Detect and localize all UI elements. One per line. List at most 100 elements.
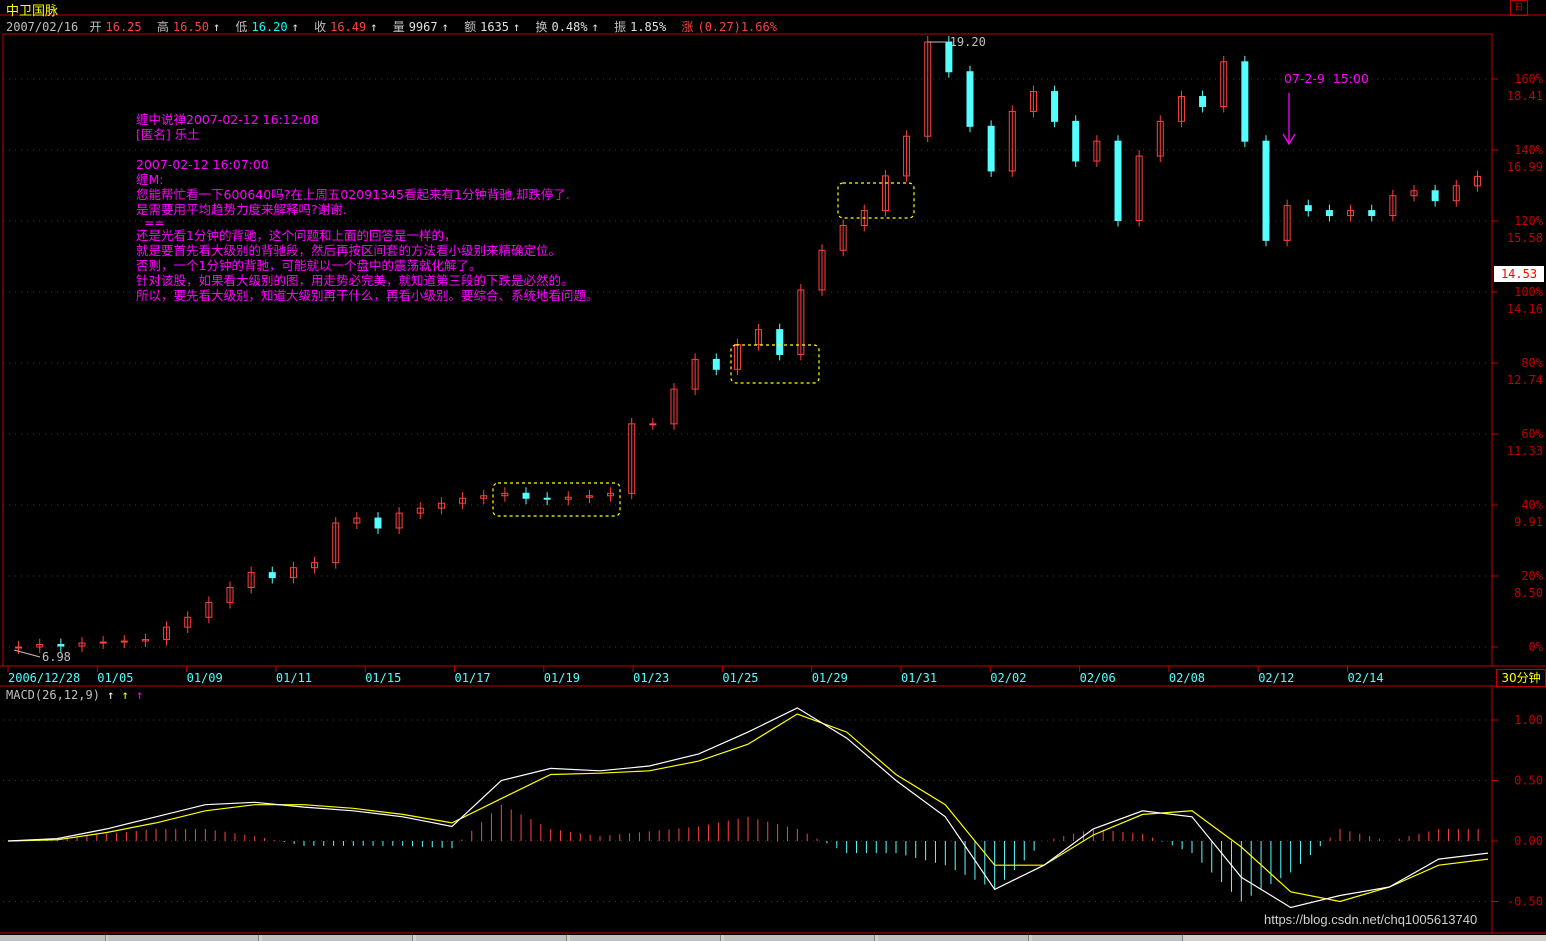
quote-bar: 2007/02/16 开 16.25 高 16.50 ↑ 低 16.20 ↑ 收 16.49… (6, 18, 785, 35)
date-tick-label: 01/17 (455, 671, 491, 685)
taskbar (0, 935, 1546, 941)
candle-body (966, 71, 974, 127)
price-tick-label: 14.16 (1507, 302, 1543, 316)
candle-body (987, 125, 995, 172)
note-line: 就是要首先看大级别的背驰段，然后再按区间套的方法看小级别来精确定位。 (136, 243, 562, 258)
pct-tick-label: 140% (1514, 143, 1544, 157)
up-arrow-icon: ↑ (291, 20, 299, 34)
volume-value: 9967 (408, 20, 438, 34)
date-tick-label: 01/11 (276, 671, 312, 685)
watermark-url: https://blog.csdn.net/chq1005613740 (1264, 912, 1478, 927)
min-price-label: 6.98 (42, 650, 71, 664)
up-arrow-icon: ↑ (370, 20, 378, 34)
high-value: 16.50 (172, 20, 209, 34)
price-tick-label: 9.91 (1514, 515, 1543, 529)
date-tick-label: 01/05 (97, 671, 133, 685)
candle-body (543, 497, 551, 500)
date-tick-label: 01/23 (633, 671, 669, 685)
note-line: 所以，要先看大级别，知道大级别再干什么，再看小级别。要综合、系统地看问题。 (136, 288, 599, 303)
pct-tick-label: 0% (1529, 640, 1544, 654)
taskbar-tab[interactable] (1032, 935, 1183, 941)
candle-body (1241, 61, 1249, 142)
candle-body (268, 572, 276, 579)
window-restore-button[interactable]: 日 (1510, 0, 1528, 16)
turnover-value: 0.48% (551, 20, 588, 34)
macd-title: MACD(26,12,9) ↑ ↑ ↑ (6, 688, 143, 702)
close-label: 收 (314, 20, 327, 34)
candle-body (1114, 140, 1122, 222)
up-arrow-icon: ↑ (513, 20, 521, 34)
pct-tick-label: 120% (1514, 214, 1544, 228)
up-arrow-icon: ↑ (213, 20, 221, 34)
date-tick-label: 02/08 (1169, 671, 1205, 685)
low-value: 16.20 (251, 20, 288, 34)
period-selector[interactable]: 30分钟 (1496, 669, 1546, 687)
amount-label: 额 (464, 20, 477, 34)
note-line: 缠中说禅2007-02-12 16:12:08 (136, 112, 319, 127)
candle-body (374, 517, 382, 529)
up-arrow-icon: ↑ (591, 20, 599, 34)
taskbar-tab[interactable] (0, 935, 106, 941)
dea-arrow-icon: ↑ (121, 688, 129, 702)
note-line: 还是光看1分钟的背驰，这个问题和上面的回答是一样的， (136, 228, 457, 243)
note-line: 否则，一个1分钟的背驰，可能就以一个盘中的震荡就化解了。 (136, 258, 482, 273)
candle-body (1431, 190, 1439, 202)
candle-body (776, 329, 784, 355)
candle-body (99, 641, 107, 644)
up-arrow-icon: ↑ (441, 20, 449, 34)
price-tick-label: 18.41 (1507, 89, 1543, 103)
candle-body (15, 646, 23, 649)
date-tick-label: 02/14 (1348, 671, 1384, 685)
pct-tick-label: 60% (1521, 427, 1543, 441)
amount-value: 1635 (480, 20, 509, 34)
candle-body (1325, 210, 1333, 217)
high-label: 高 (156, 20, 169, 34)
pct-tick-label: 40% (1521, 498, 1543, 512)
candle-body (649, 423, 657, 426)
candle-body (522, 492, 530, 499)
consolidation-box (730, 344, 820, 384)
note-line: 缠M: (136, 172, 164, 187)
date-tick-label: 01/15 (365, 671, 401, 685)
note-line: [匿名] 乐土 (136, 127, 200, 142)
taskbar-tab[interactable] (570, 935, 721, 941)
open-label: 开 (89, 20, 102, 34)
macd-tick-label: 1.00 (1514, 713, 1543, 727)
note-line: 2007-02-12 16:07:00 (136, 157, 269, 172)
candle-body (1072, 120, 1080, 162)
dea-line (7, 713, 1489, 903)
note-line: == (136, 215, 165, 230)
stock-title: 中卫国脉 (6, 4, 59, 19)
annotation-note: 缠中说禅2007-02-12 16:12:08 [匿名] 乐土 2007-02-12… (136, 97, 599, 318)
turnover-label: 换 (535, 20, 548, 34)
close-value: 16.49 (330, 20, 367, 34)
macd-arrow-icon: ↑ (136, 688, 144, 702)
taskbar-tab[interactable] (108, 935, 259, 941)
price-tick-label: 16.99 (1507, 160, 1543, 174)
taskbar-tab[interactable] (724, 935, 875, 941)
date-tick-label: 01/19 (544, 671, 580, 685)
pct-tick-label: 20% (1521, 569, 1543, 583)
candle-body (1262, 140, 1270, 241)
note-line: 您能帮忙看一下600640吗?在上周五02091345看起来有1分钟背驰,却跌停… (136, 187, 570, 202)
taskbar-tab[interactable] (262, 935, 413, 941)
date-tick-label: 2006/12/28 (8, 671, 80, 685)
low-label: 低 (235, 20, 248, 34)
pct-tick-label: 160% (1514, 72, 1544, 86)
pct-tick-label: 100% (1514, 285, 1544, 299)
pct-tick-label: 80% (1521, 356, 1543, 370)
taskbar-tab[interactable] (416, 935, 567, 941)
date-tick-label: 02/06 (1080, 671, 1116, 685)
volume-label: 量 (392, 20, 405, 34)
taskbar-tab[interactable] (878, 935, 1029, 941)
price-tick-label: 15.58 (1507, 231, 1543, 245)
macd-tick-label: 0.50 (1514, 774, 1543, 788)
macd-tick-label: 0.00 (1514, 834, 1543, 848)
date-tick-label: 02/02 (990, 671, 1026, 685)
max-price-label: 19.20 (950, 35, 986, 49)
date-tick-label: 01/29 (812, 671, 848, 685)
candle-body (712, 358, 720, 370)
macd-title-text: MACD(26,12,9) (6, 688, 100, 702)
change-value: (0.27)1.66% (697, 20, 777, 34)
candle-body (120, 640, 128, 643)
